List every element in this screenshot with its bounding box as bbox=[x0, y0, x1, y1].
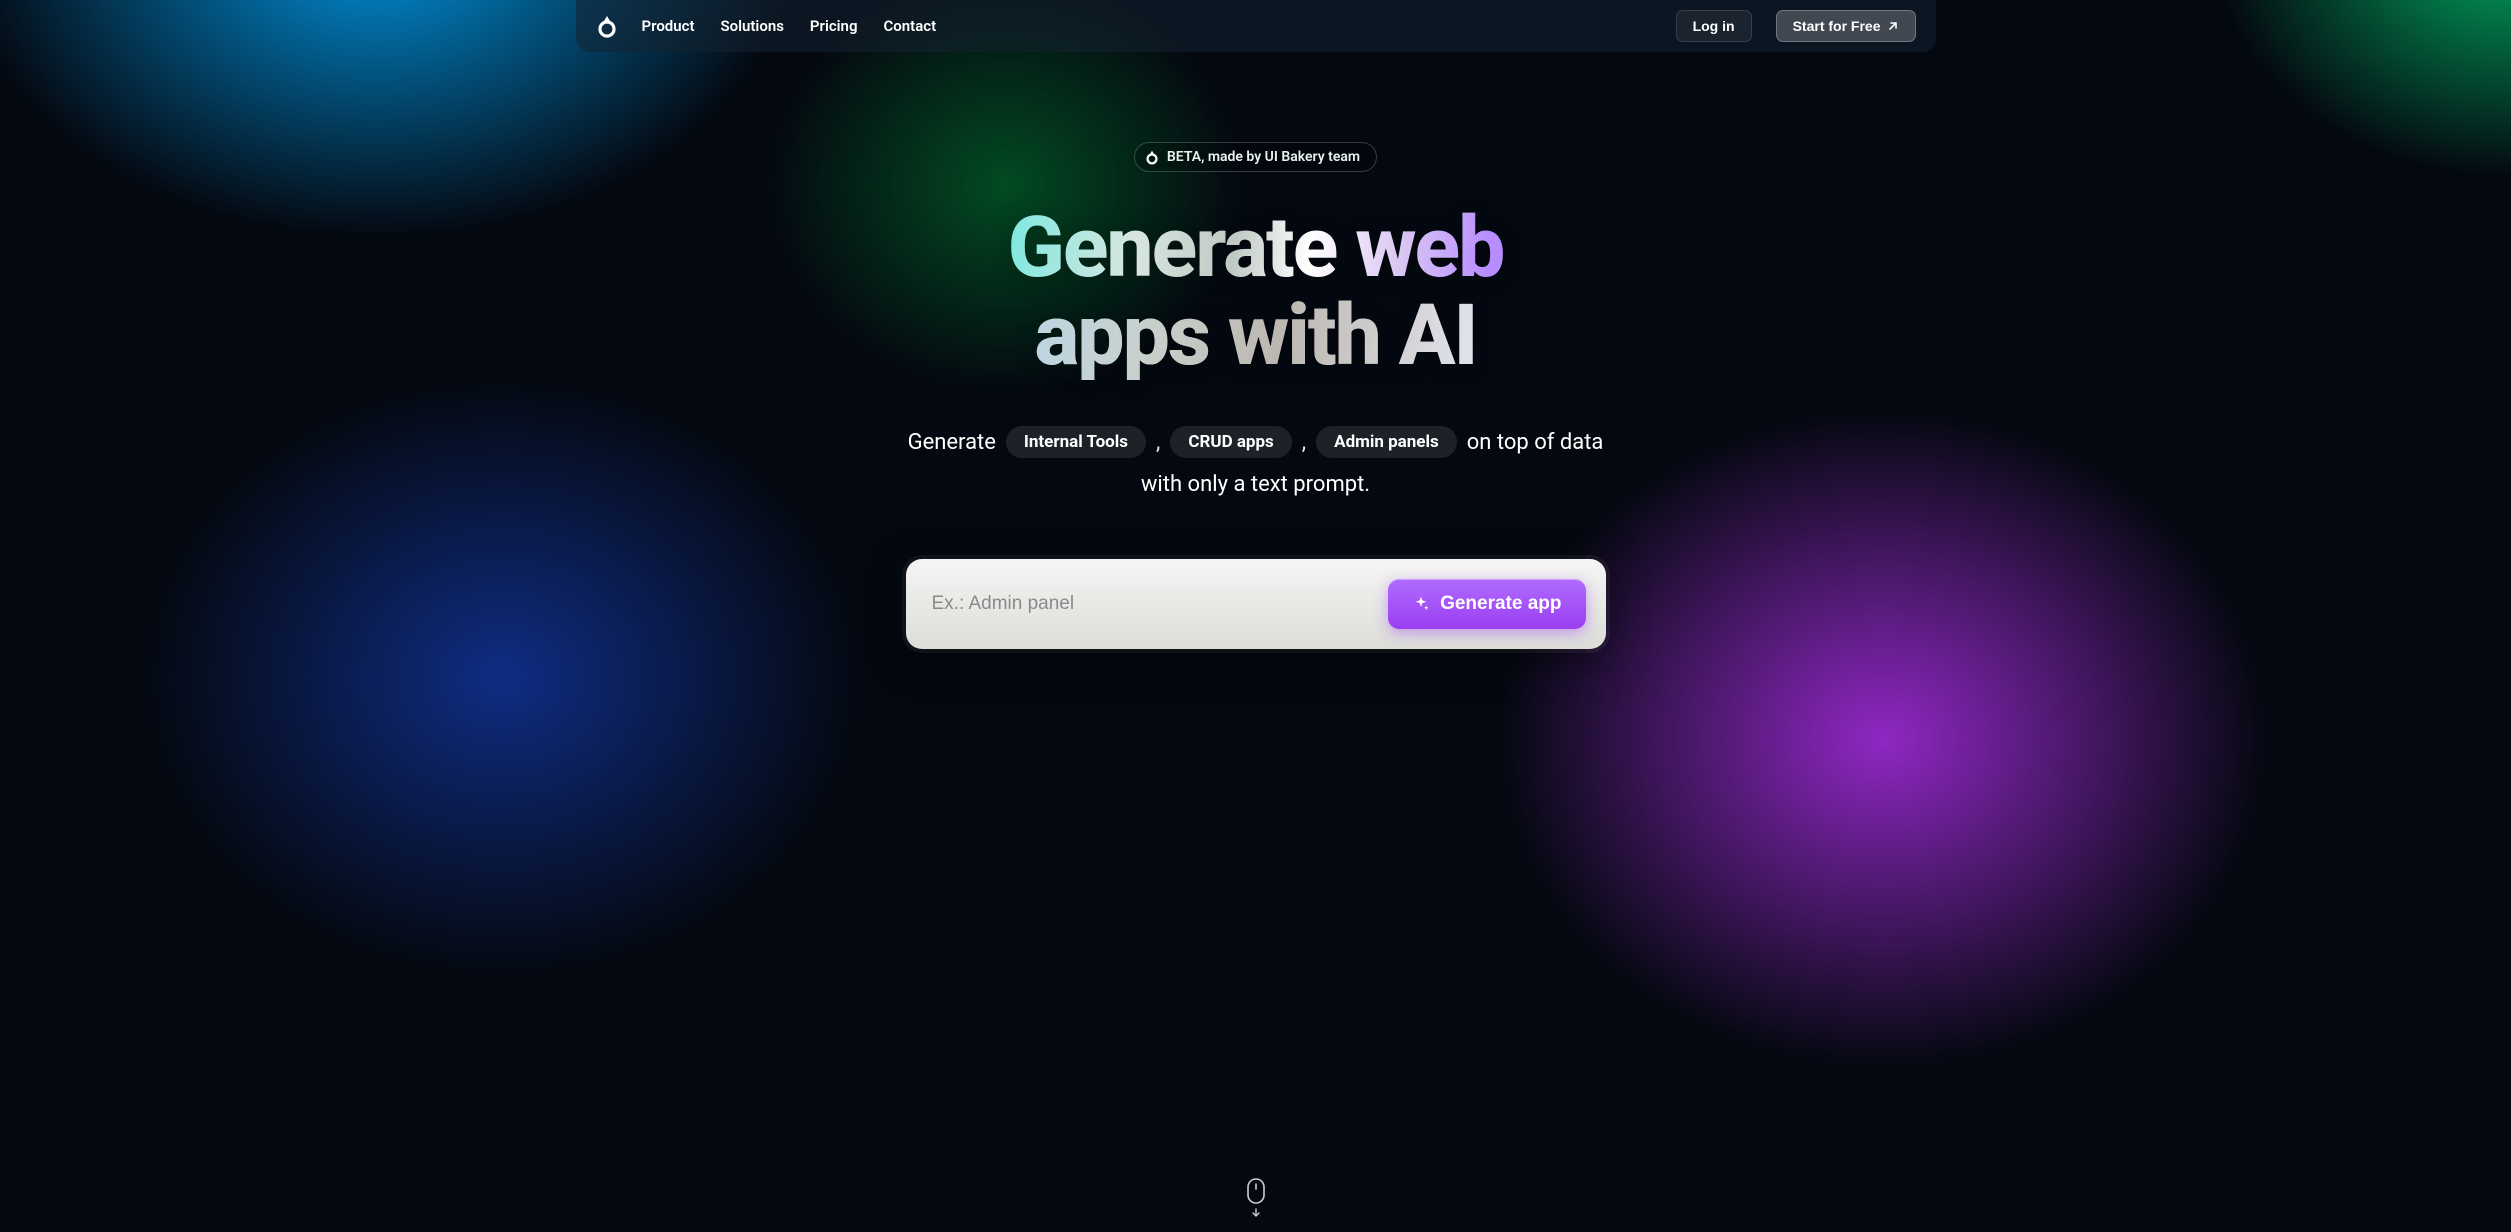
nav-link-contact[interactable]: Contact bbox=[883, 17, 936, 35]
chip-separator: , bbox=[1156, 430, 1160, 455]
prompt-box: Generate app bbox=[906, 559, 1606, 649]
start-for-free-button[interactable]: Start for Free bbox=[1776, 10, 1916, 42]
hero-title: Generate web apps with AI bbox=[1008, 204, 1504, 380]
generate-app-label: Generate app bbox=[1440, 593, 1561, 615]
start-for-free-label: Start for Free bbox=[1793, 18, 1881, 34]
arrow-up-right-icon bbox=[1887, 20, 1899, 32]
login-button[interactable]: Log in bbox=[1676, 10, 1752, 42]
arrow-down-icon bbox=[1251, 1208, 1261, 1218]
sub-trail: on top of data bbox=[1467, 430, 1604, 455]
chip-admin-panels[interactable]: Admin panels bbox=[1316, 426, 1457, 458]
generate-app-button[interactable]: Generate app bbox=[1388, 579, 1585, 629]
hero-title-line2: apps with AI bbox=[1008, 292, 1504, 380]
hero-subline-2: with only a text prompt. bbox=[1141, 472, 1370, 497]
nav-link-product[interactable]: Product bbox=[642, 17, 695, 35]
beta-badge-label: BETA, made by UI Bakery team bbox=[1167, 149, 1360, 165]
nav-link-solutions[interactable]: Solutions bbox=[720, 17, 783, 35]
logo-small-icon bbox=[1145, 149, 1159, 165]
sub-lead: Generate bbox=[908, 430, 996, 455]
chip-internal-tools[interactable]: Internal Tools bbox=[1006, 426, 1146, 458]
top-nav: Product Solutions Pricing Contact Log in… bbox=[576, 0, 1936, 52]
mouse-icon bbox=[1247, 1178, 1265, 1204]
sparkle-icon bbox=[1412, 595, 1430, 613]
hero-title-line1: Generate web bbox=[1008, 198, 1504, 297]
nav-link-pricing[interactable]: Pricing bbox=[810, 17, 858, 35]
chip-separator: , bbox=[1302, 430, 1306, 455]
chip-crud-apps[interactable]: CRUD apps bbox=[1170, 426, 1291, 458]
nav-links: Product Solutions Pricing Contact bbox=[642, 17, 937, 35]
prompt-input[interactable] bbox=[932, 593, 1375, 615]
beta-badge: BETA, made by UI Bakery team bbox=[1134, 142, 1377, 172]
scroll-hint bbox=[1247, 1178, 1265, 1218]
hero-section: BETA, made by UI Bakery team Generate we… bbox=[0, 52, 2511, 649]
hero-subline: Generate Internal Tools , CRUD apps , Ad… bbox=[908, 426, 1604, 458]
logo-icon[interactable] bbox=[596, 14, 618, 38]
